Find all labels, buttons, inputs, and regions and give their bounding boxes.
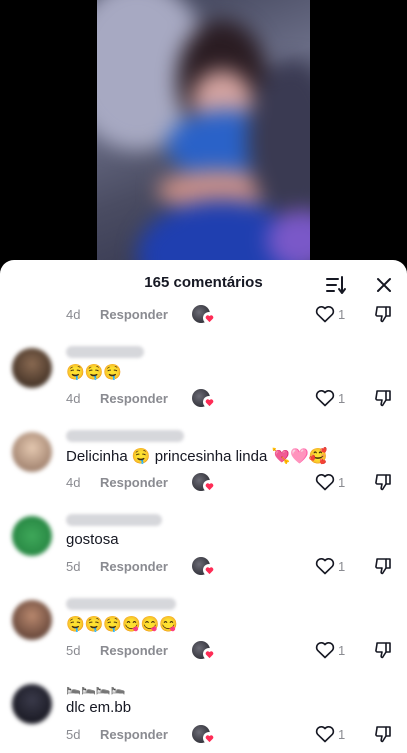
username-blurred[interactable] bbox=[66, 514, 162, 526]
reply-button[interactable]: Responder bbox=[100, 307, 168, 322]
comment-meta-row: 4d Responder 1 bbox=[66, 472, 407, 492]
comment-time: 5d bbox=[66, 726, 81, 742]
like-button[interactable]: 1 bbox=[315, 640, 345, 660]
like-count: 1 bbox=[338, 306, 346, 322]
like-count: 1 bbox=[338, 390, 346, 406]
like-count: 1 bbox=[338, 558, 346, 574]
like-button[interactable]: 1 bbox=[315, 472, 345, 492]
thumbs-down-icon[interactable] bbox=[373, 640, 393, 660]
comments-header: 165 comentários bbox=[0, 260, 407, 308]
comment-text: 🤤🤤🤤 bbox=[66, 364, 123, 381]
comment-time: 4d bbox=[66, 474, 81, 490]
avatar[interactable] bbox=[12, 684, 52, 724]
reply-button[interactable]: Responder bbox=[100, 391, 168, 406]
sort-icon[interactable] bbox=[325, 274, 347, 296]
comment-text: gostosa bbox=[66, 531, 119, 548]
thumbs-down-icon[interactable] bbox=[373, 556, 393, 576]
username-blurred[interactable] bbox=[66, 430, 184, 442]
comment-meta-row: 5d Responder 1 bbox=[66, 640, 407, 660]
comment-meta-row: 4d Responder 1 bbox=[66, 304, 407, 324]
avatar[interactable] bbox=[12, 432, 52, 472]
avatar[interactable] bbox=[12, 348, 52, 388]
creator-liked-heart-icon bbox=[203, 648, 215, 660]
close-icon[interactable] bbox=[373, 274, 395, 296]
like-button[interactable]: 1 bbox=[315, 388, 345, 408]
video-thumbnail-blurred bbox=[97, 0, 310, 275]
heart-outline-icon bbox=[315, 642, 335, 659]
reply-button[interactable]: Responder bbox=[100, 559, 168, 574]
thumbs-down-icon[interactable] bbox=[373, 724, 393, 744]
creator-liked-heart-icon bbox=[203, 732, 215, 744]
like-count: 1 bbox=[338, 642, 346, 658]
comment-text: 🤤🤤🤤😋😋😋 bbox=[66, 616, 179, 633]
creator-liked-heart-icon bbox=[203, 312, 215, 324]
reply-button[interactable]: Responder bbox=[100, 727, 168, 742]
comment-time: 5d bbox=[66, 642, 81, 658]
reply-button[interactable]: Responder bbox=[100, 643, 168, 658]
video-background bbox=[0, 0, 407, 275]
heart-outline-icon bbox=[315, 306, 335, 323]
comment-text: Delicinha 🤤 princesinha linda 💘🩷🥰 bbox=[66, 448, 328, 465]
heart-outline-icon bbox=[315, 390, 335, 407]
reply-button[interactable]: Responder bbox=[100, 475, 168, 490]
comment-meta-row: 5d Responder 1 bbox=[66, 724, 407, 744]
comment-meta-row: 5d Responder 1 bbox=[66, 556, 407, 576]
like-count: 1 bbox=[338, 726, 346, 742]
comment-time: 5d bbox=[66, 558, 81, 574]
heart-outline-icon bbox=[315, 474, 335, 491]
like-button[interactable]: 1 bbox=[315, 724, 345, 744]
like-button[interactable]: 1 bbox=[315, 304, 345, 324]
thumbs-down-icon[interactable] bbox=[373, 388, 393, 408]
like-button[interactable]: 1 bbox=[315, 556, 345, 576]
comment-username-emoji[interactable]: 🛌🛌🛌🛌 bbox=[66, 681, 126, 695]
thumbs-down-icon[interactable] bbox=[373, 304, 393, 324]
username-blurred[interactable] bbox=[66, 346, 144, 358]
comment-text: dlc em.bb bbox=[66, 699, 132, 716]
username-blurred[interactable] bbox=[66, 598, 176, 610]
heart-outline-icon bbox=[315, 558, 335, 575]
thumbs-down-icon[interactable] bbox=[373, 472, 393, 492]
heart-outline-icon bbox=[315, 726, 335, 743]
comments-sheet: 165 comentários 4d Responder 1 🤤🤤🤤 4d Re… bbox=[0, 260, 407, 753]
comment-meta-row: 4d Responder 1 bbox=[66, 388, 407, 408]
like-count: 1 bbox=[338, 474, 346, 490]
comment-time: 4d bbox=[66, 306, 81, 322]
comment-time: 4d bbox=[66, 390, 81, 406]
creator-liked-heart-icon bbox=[203, 396, 215, 408]
creator-liked-heart-icon bbox=[203, 564, 215, 576]
avatar[interactable] bbox=[12, 516, 52, 556]
creator-liked-heart-icon bbox=[203, 480, 215, 492]
avatar[interactable] bbox=[12, 600, 52, 640]
